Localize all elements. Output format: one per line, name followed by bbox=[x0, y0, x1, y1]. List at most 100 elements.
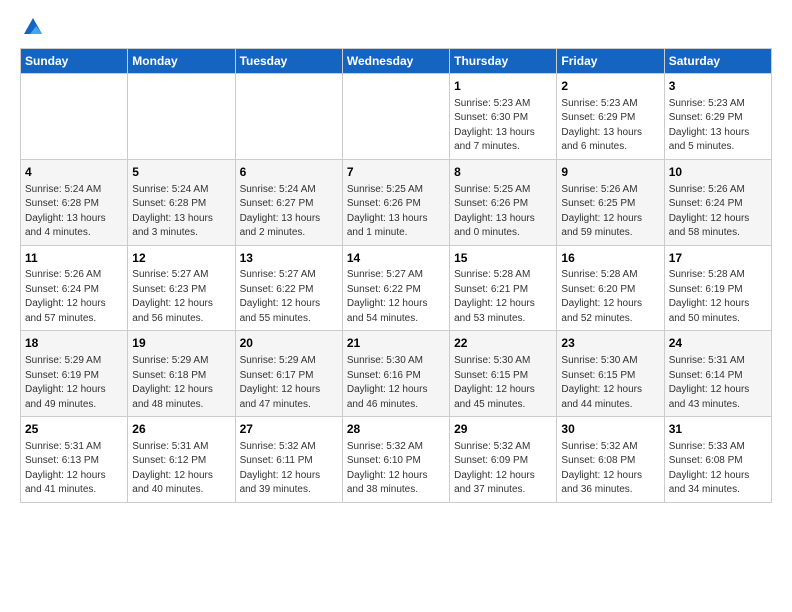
calendar-table: Sunday Monday Tuesday Wednesday Thursday… bbox=[20, 48, 772, 503]
day-number: 21 bbox=[347, 335, 445, 352]
day-info: Sunrise: 5:30 AM Sunset: 6:15 PM Dayligh… bbox=[561, 354, 659, 412]
calendar-week-row: 25 Sunrise: 5:31 AM Sunset: 6:13 PM Dayli… bbox=[21, 417, 772, 503]
table-row: 25 Sunrise: 5:31 AM Sunset: 6:13 PM Dayli… bbox=[21, 417, 128, 503]
table-row: 4 Sunrise: 5:24 AM Sunset: 6:28 PM Daylig… bbox=[21, 159, 128, 245]
col-monday: Monday bbox=[128, 49, 235, 74]
col-friday: Friday bbox=[557, 49, 664, 74]
table-row: 20 Sunrise: 5:29 AM Sunset: 6:17 PM Dayli… bbox=[235, 331, 342, 417]
table-row: 27 Sunrise: 5:32 AM Sunset: 6:11 PM Dayli… bbox=[235, 417, 342, 503]
day-number: 14 bbox=[347, 250, 445, 267]
table-row bbox=[128, 74, 235, 160]
day-info: Sunrise: 5:33 AM Sunset: 6:08 PM Dayligh… bbox=[669, 440, 767, 498]
day-info: Sunrise: 5:23 AM Sunset: 6:29 PM Dayligh… bbox=[669, 97, 767, 155]
table-row: 3 Sunrise: 5:23 AM Sunset: 6:29 PM Daylig… bbox=[664, 74, 771, 160]
table-row bbox=[342, 74, 449, 160]
day-info: Sunrise: 5:28 AM Sunset: 6:19 PM Dayligh… bbox=[669, 268, 767, 326]
page: Sunday Monday Tuesday Wednesday Thursday… bbox=[0, 0, 792, 513]
col-thursday: Thursday bbox=[450, 49, 557, 74]
day-info: Sunrise: 5:26 AM Sunset: 6:24 PM Dayligh… bbox=[669, 183, 767, 241]
table-row: 21 Sunrise: 5:30 AM Sunset: 6:16 PM Dayli… bbox=[342, 331, 449, 417]
day-number: 12 bbox=[132, 250, 230, 267]
day-info: Sunrise: 5:28 AM Sunset: 6:20 PM Dayligh… bbox=[561, 268, 659, 326]
day-number: 10 bbox=[669, 164, 767, 181]
table-row: 15Sunrise: 5:28 AM Sunset: 6:21 PM Dayli… bbox=[450, 245, 557, 331]
day-number: 24 bbox=[669, 335, 767, 352]
col-wednesday: Wednesday bbox=[342, 49, 449, 74]
calendar-week-row: 11Sunrise: 5:26 AM Sunset: 6:24 PM Dayli… bbox=[21, 245, 772, 331]
day-info: Sunrise: 5:24 AM Sunset: 6:28 PM Dayligh… bbox=[25, 183, 123, 241]
day-number: 29 bbox=[454, 421, 552, 438]
day-number: 16 bbox=[561, 250, 659, 267]
day-number: 6 bbox=[240, 164, 338, 181]
col-sunday: Sunday bbox=[21, 49, 128, 74]
day-info: Sunrise: 5:31 AM Sunset: 6:13 PM Dayligh… bbox=[25, 440, 123, 498]
day-number: 18 bbox=[25, 335, 123, 352]
day-number: 28 bbox=[347, 421, 445, 438]
day-info: Sunrise: 5:26 AM Sunset: 6:24 PM Dayligh… bbox=[25, 268, 123, 326]
day-info: Sunrise: 5:26 AM Sunset: 6:25 PM Dayligh… bbox=[561, 183, 659, 241]
day-info: Sunrise: 5:27 AM Sunset: 6:22 PM Dayligh… bbox=[347, 268, 445, 326]
day-number: 17 bbox=[669, 250, 767, 267]
day-number: 5 bbox=[132, 164, 230, 181]
logo-icon bbox=[22, 16, 44, 38]
day-number: 9 bbox=[561, 164, 659, 181]
table-row: 10 Sunrise: 5:26 AM Sunset: 6:24 PM Dayli… bbox=[664, 159, 771, 245]
day-info: Sunrise: 5:30 AM Sunset: 6:16 PM Dayligh… bbox=[347, 354, 445, 412]
table-row: 24 Sunrise: 5:31 AM Sunset: 6:14 PM Dayli… bbox=[664, 331, 771, 417]
day-number: 11 bbox=[25, 250, 123, 267]
day-info: Sunrise: 5:30 AM Sunset: 6:15 PM Dayligh… bbox=[454, 354, 552, 412]
day-number: 31 bbox=[669, 421, 767, 438]
day-number: 15 bbox=[454, 250, 552, 267]
day-number: 26 bbox=[132, 421, 230, 438]
day-info: Sunrise: 5:29 AM Sunset: 6:18 PM Dayligh… bbox=[132, 354, 230, 412]
table-row: 11Sunrise: 5:26 AM Sunset: 6:24 PM Dayli… bbox=[21, 245, 128, 331]
table-row: 6 Sunrise: 5:24 AM Sunset: 6:27 PM Daylig… bbox=[235, 159, 342, 245]
day-info: Sunrise: 5:32 AM Sunset: 6:09 PM Dayligh… bbox=[454, 440, 552, 498]
day-number: 2 bbox=[561, 78, 659, 95]
table-row: 29 Sunrise: 5:32 AM Sunset: 6:09 PM Dayli… bbox=[450, 417, 557, 503]
table-row: 13Sunrise: 5:27 AM Sunset: 6:22 PM Dayli… bbox=[235, 245, 342, 331]
day-info: Sunrise: 5:27 AM Sunset: 6:22 PM Dayligh… bbox=[240, 268, 338, 326]
day-number: 27 bbox=[240, 421, 338, 438]
day-number: 20 bbox=[240, 335, 338, 352]
day-number: 1 bbox=[454, 78, 552, 95]
calendar-week-row: 18 Sunrise: 5:29 AM Sunset: 6:19 PM Dayli… bbox=[21, 331, 772, 417]
table-row: 2Sunrise: 5:23 AM Sunset: 6:29 PM Daylig… bbox=[557, 74, 664, 160]
logo bbox=[20, 16, 48, 38]
day-info: Sunrise: 5:27 AM Sunset: 6:23 PM Dayligh… bbox=[132, 268, 230, 326]
table-row: 31 Sunrise: 5:33 AM Sunset: 6:08 PM Dayli… bbox=[664, 417, 771, 503]
table-row: 22Sunrise: 5:30 AM Sunset: 6:15 PM Dayli… bbox=[450, 331, 557, 417]
day-number: 8 bbox=[454, 164, 552, 181]
day-info: Sunrise: 5:29 AM Sunset: 6:19 PM Dayligh… bbox=[25, 354, 123, 412]
table-row: 18 Sunrise: 5:29 AM Sunset: 6:19 PM Dayli… bbox=[21, 331, 128, 417]
table-row: 8Sunrise: 5:25 AM Sunset: 6:26 PM Daylig… bbox=[450, 159, 557, 245]
table-row: 16Sunrise: 5:28 AM Sunset: 6:20 PM Dayli… bbox=[557, 245, 664, 331]
day-info: Sunrise: 5:32 AM Sunset: 6:11 PM Dayligh… bbox=[240, 440, 338, 498]
day-number: 19 bbox=[132, 335, 230, 352]
day-info: Sunrise: 5:23 AM Sunset: 6:30 PM Dayligh… bbox=[454, 97, 552, 155]
table-row: 5 Sunrise: 5:24 AM Sunset: 6:28 PM Daylig… bbox=[128, 159, 235, 245]
calendar-week-row: 4 Sunrise: 5:24 AM Sunset: 6:28 PM Daylig… bbox=[21, 159, 772, 245]
day-info: Sunrise: 5:31 AM Sunset: 6:12 PM Dayligh… bbox=[132, 440, 230, 498]
day-number: 7 bbox=[347, 164, 445, 181]
table-row bbox=[235, 74, 342, 160]
table-row: 19 Sunrise: 5:29 AM Sunset: 6:18 PM Dayli… bbox=[128, 331, 235, 417]
table-row: 23Sunrise: 5:30 AM Sunset: 6:15 PM Dayli… bbox=[557, 331, 664, 417]
day-number: 13 bbox=[240, 250, 338, 267]
day-info: Sunrise: 5:32 AM Sunset: 6:10 PM Dayligh… bbox=[347, 440, 445, 498]
day-info: Sunrise: 5:24 AM Sunset: 6:28 PM Dayligh… bbox=[132, 183, 230, 241]
col-saturday: Saturday bbox=[664, 49, 771, 74]
day-number: 4 bbox=[25, 164, 123, 181]
day-info: Sunrise: 5:25 AM Sunset: 6:26 PM Dayligh… bbox=[347, 183, 445, 241]
table-row: 1 Sunrise: 5:23 AM Sunset: 6:30 PM Daylig… bbox=[450, 74, 557, 160]
day-number: 3 bbox=[669, 78, 767, 95]
day-number: 25 bbox=[25, 421, 123, 438]
calendar-week-row: 1 Sunrise: 5:23 AM Sunset: 6:30 PM Daylig… bbox=[21, 74, 772, 160]
calendar-header-row: Sunday Monday Tuesday Wednesday Thursday… bbox=[21, 49, 772, 74]
day-info: Sunrise: 5:29 AM Sunset: 6:17 PM Dayligh… bbox=[240, 354, 338, 412]
table-row: 14Sunrise: 5:27 AM Sunset: 6:22 PM Dayli… bbox=[342, 245, 449, 331]
table-row: 9 Sunrise: 5:26 AM Sunset: 6:25 PM Daylig… bbox=[557, 159, 664, 245]
day-info: Sunrise: 5:31 AM Sunset: 6:14 PM Dayligh… bbox=[669, 354, 767, 412]
header bbox=[20, 16, 772, 38]
day-info: Sunrise: 5:24 AM Sunset: 6:27 PM Dayligh… bbox=[240, 183, 338, 241]
